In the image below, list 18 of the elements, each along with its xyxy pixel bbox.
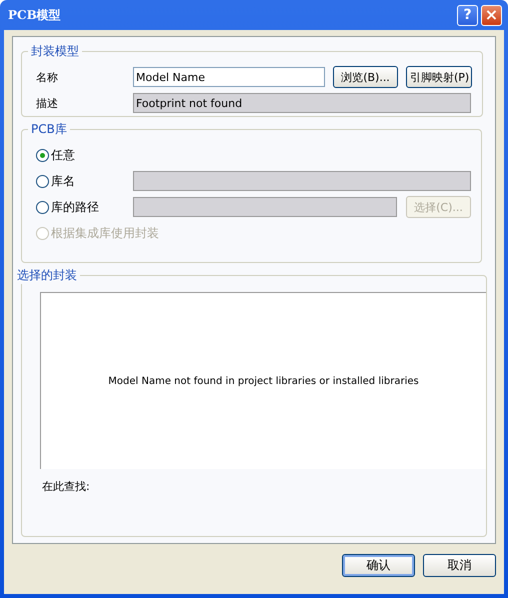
- cancel-button[interactable]: 取消: [423, 554, 496, 577]
- ok-button[interactable]: 确认: [342, 554, 415, 577]
- help-button[interactable]: ?: [457, 4, 478, 26]
- group-title: PCB库: [30, 121, 68, 138]
- name-field[interactable]: Model Name: [133, 67, 325, 87]
- field-label: 描述: [36, 96, 59, 110]
- pin-map-button[interactable]: 引脚映射(P): [406, 66, 472, 88]
- found-in-label: 在此查找:: [42, 479, 90, 494]
- radio-option[interactable]: 库名: [36, 172, 133, 190]
- browse-button[interactable]: 浏览(B)...: [333, 66, 398, 88]
- close-button[interactable]: ×: [481, 4, 502, 26]
- radio-option[interactable]: 任意: [36, 146, 133, 164]
- window-title: PCB模型: [8, 6, 61, 24]
- preview-message: Model Name not found in project libraries or installed libraries: [108, 376, 419, 386]
- group-title: 封装模型: [30, 43, 80, 60]
- radio-option[interactable]: 库的路径: [36, 198, 133, 216]
- field-label: 名称: [36, 70, 59, 84]
- group-title: 选择的封装: [16, 267, 78, 284]
